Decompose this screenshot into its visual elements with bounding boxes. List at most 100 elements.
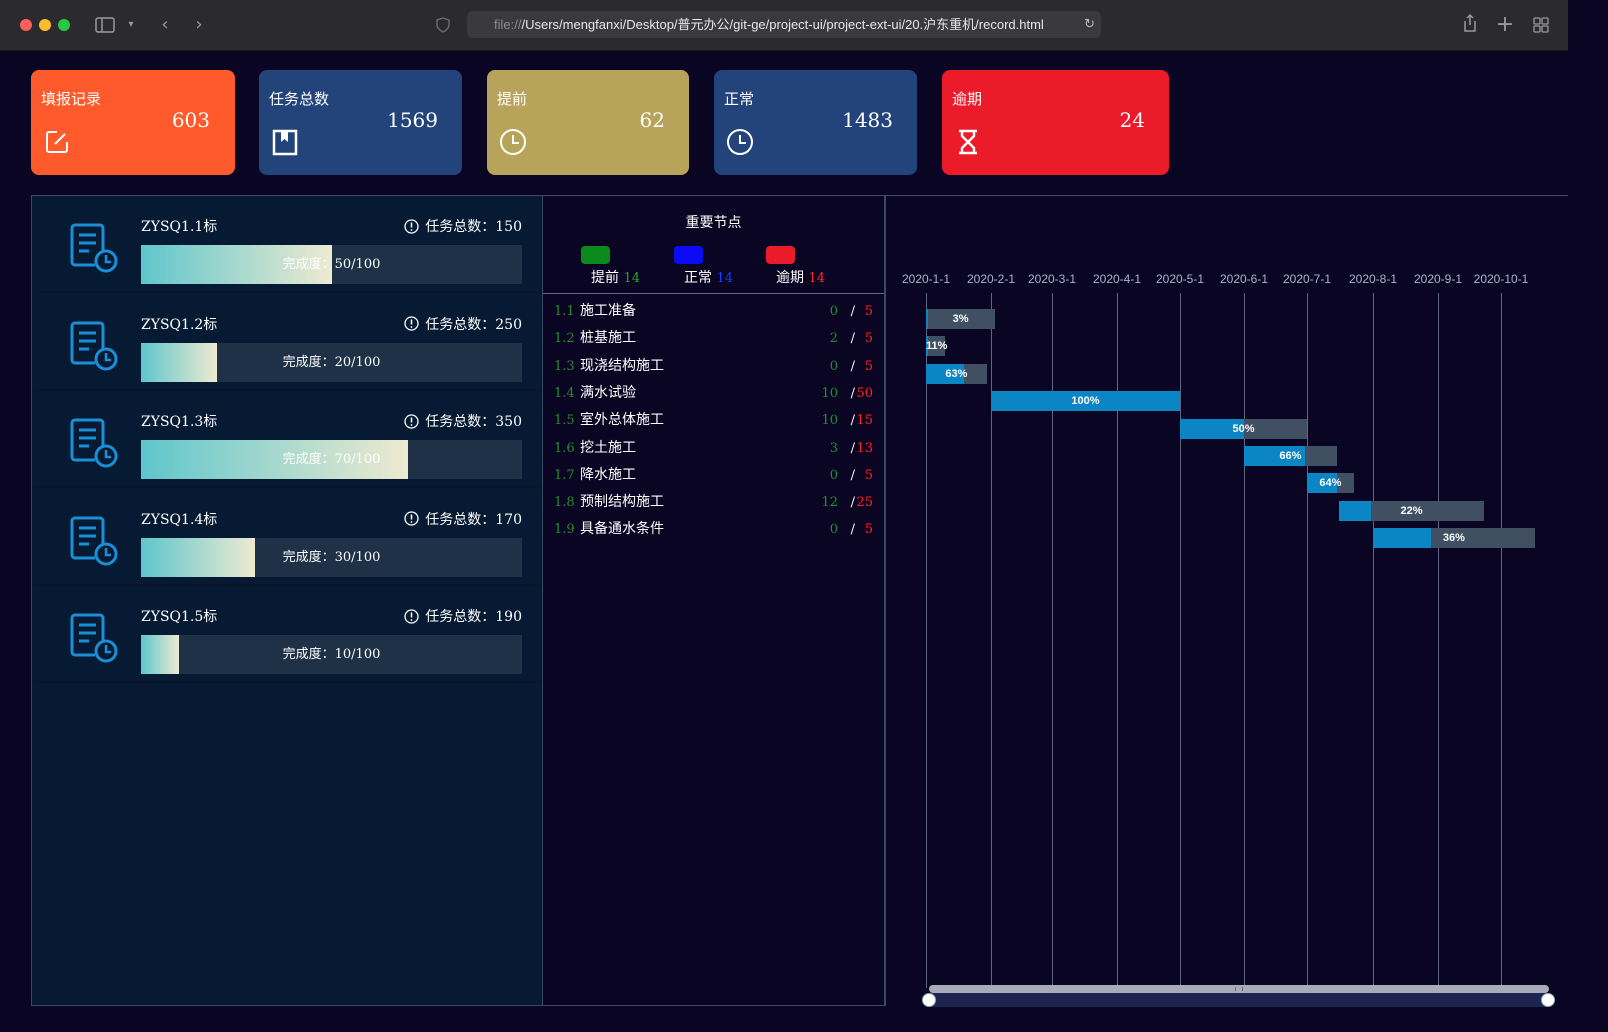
gantt-task-label: 64% bbox=[1319, 477, 1342, 490]
chevron-down-icon[interactable]: ▾ bbox=[124, 13, 138, 37]
node-name: 预制结构施工 bbox=[580, 494, 664, 511]
section-item[interactable]: ZYSQ1.4标 任务总数：170 完成度：30/100 bbox=[33, 490, 542, 586]
node-row[interactable]: 1.2 桩基施工 2 / 5 bbox=[543, 325, 883, 352]
node-overdue-count: 5 bbox=[864, 331, 873, 347]
section-item[interactable]: ZYSQ1.5标 任务总数：190 完成度：10/100 bbox=[33, 587, 542, 684]
forward-icon[interactable]: › bbox=[190, 13, 208, 37]
gantt-task-bar[interactable]: 36% bbox=[1373, 528, 1535, 549]
stat-card: 填报记录 603 bbox=[31, 70, 235, 175]
legend-label: 提前 14 bbox=[591, 267, 640, 287]
section-total: 任务总数：250 bbox=[404, 314, 522, 334]
node-separator: / bbox=[850, 358, 855, 374]
section-name: ZYSQ1.4标 bbox=[141, 511, 218, 528]
grid-line bbox=[1180, 293, 1181, 988]
node-separator: / bbox=[850, 304, 855, 319]
node-row[interactable]: 1.6 挖土施工 3 /13 bbox=[543, 435, 883, 462]
nodes-panel: 重要节点 提前 14 正常 14 逾期 14 1.1 施工准备 0/5 1.2 桩基施工 2/… bbox=[543, 195, 885, 1006]
reload-icon[interactable]: ↻ bbox=[1084, 11, 1095, 38]
clock-icon bbox=[726, 128, 754, 156]
grid-line bbox=[1307, 293, 1308, 988]
node-ahead-count: 0 bbox=[829, 304, 838, 319]
grid-line bbox=[1373, 293, 1374, 988]
back-icon[interactable]: ‹ bbox=[156, 13, 174, 37]
minimize-window-button[interactable] bbox=[39, 19, 51, 31]
node-number: 1.3 bbox=[554, 358, 575, 374]
node-separator: / bbox=[850, 467, 855, 483]
divider bbox=[543, 293, 884, 294]
section-total-label: 任务总数：150 bbox=[425, 219, 522, 235]
gantt-task-bar[interactable]: 50% bbox=[1180, 418, 1307, 439]
tab-overview-icon[interactable] bbox=[1531, 13, 1551, 37]
progress-label: 完成度：30/100 bbox=[282, 549, 381, 565]
gantt-task-bar[interactable]: 11% bbox=[926, 336, 948, 357]
node-separator: / bbox=[850, 385, 855, 401]
zoom-window-button[interactable] bbox=[58, 19, 70, 31]
zoom-slider-grip[interactable] bbox=[1235, 987, 1243, 991]
x-tick-label: 2020-5-1 bbox=[1155, 272, 1205, 286]
node-separator: / bbox=[850, 522, 855, 538]
node-row[interactable]: 1.1 施工准备 0 / 5 bbox=[543, 298, 883, 325]
node-number: 1.8 bbox=[554, 495, 575, 511]
gantt-task-bar[interactable]: 22% bbox=[1338, 500, 1485, 521]
grid-line bbox=[926, 293, 927, 988]
node-name: 具备通水条件 bbox=[580, 521, 664, 538]
section-total: 任务总数：350 bbox=[404, 411, 522, 431]
gantt-task-bar[interactable]: 63% bbox=[926, 363, 987, 384]
new-tab-icon[interactable]: + bbox=[1495, 13, 1515, 37]
node-number: 1.9 bbox=[554, 522, 575, 538]
section-total-label: 任务总数：350 bbox=[425, 414, 522, 431]
stat-value: 603 bbox=[171, 108, 210, 132]
stat-value: 1483 bbox=[842, 108, 893, 132]
node-separator: / bbox=[850, 495, 855, 511]
section-total: 任务总数：190 bbox=[404, 606, 522, 626]
zoom-end-handle[interactable] bbox=[1541, 993, 1555, 1007]
gantt-task-bar[interactable]: 64% bbox=[1307, 473, 1354, 494]
gantt-task-label: 22% bbox=[1400, 504, 1423, 517]
legend-swatch bbox=[766, 246, 795, 264]
stat-title: 正常 bbox=[724, 90, 755, 108]
section-item[interactable]: ZYSQ1.2标 任务总数：250 完成度：20/100 bbox=[33, 295, 542, 391]
document-clock-icon bbox=[69, 612, 121, 664]
node-overdue-count: 50 bbox=[856, 385, 873, 401]
address-bar[interactable]: file:///Users/mengfanxi/Desktop/普元办公/git… bbox=[467, 11, 1101, 38]
x-tick-label: 2020-9-1 bbox=[1413, 272, 1463, 286]
nodes-title: 重要节点 bbox=[685, 215, 742, 231]
node-row[interactable]: 1.4 满水试验 10 /50 bbox=[543, 380, 883, 407]
sidebar-toggle-icon[interactable] bbox=[95, 13, 115, 37]
share-icon[interactable] bbox=[1460, 13, 1480, 37]
node-ahead-count: 0 bbox=[829, 522, 838, 538]
node-row[interactable]: 1.5 室外总体施工 10 /15 bbox=[543, 407, 883, 434]
legend-text: 逾期 bbox=[776, 270, 809, 286]
node-row[interactable]: 1.3 现浇结构施工 0 / 5 bbox=[543, 353, 883, 380]
zoom-start-handle[interactable] bbox=[922, 993, 936, 1007]
stat-card: 提前 62 bbox=[487, 70, 689, 175]
gantt-task-bar[interactable]: 66% bbox=[1244, 446, 1337, 466]
section-item[interactable]: ZYSQ1.3标 任务总数：350 完成度：70/100 bbox=[33, 392, 542, 489]
node-overdue-count: 25 bbox=[856, 495, 873, 511]
x-tick-label: 2020-10-1 bbox=[1473, 272, 1529, 286]
zoom-slider-background bbox=[929, 993, 1549, 1007]
node-name: 降水施工 bbox=[580, 466, 636, 483]
gantt-chart: 2020-1-1 2020-2-1 2020-3-1 2020-4-1 2020-5-1… bbox=[885, 195, 1568, 1007]
gantt-task-bar[interactable]: 3% bbox=[926, 309, 996, 329]
url-path: /Users/mengfanxi/Desktop/普元办公/git-ge/pro… bbox=[521, 17, 1044, 32]
node-name: 桩基施工 bbox=[580, 330, 636, 347]
node-row[interactable]: 1.7 降水施工 0 / 5 bbox=[543, 462, 883, 489]
progress-bar: 完成度：20/100 bbox=[141, 342, 522, 382]
clock-icon bbox=[499, 128, 527, 156]
gantt-task-bar[interactable]: 100% bbox=[991, 391, 1180, 412]
stat-card: 逾期 24 bbox=[942, 70, 1169, 175]
node-row[interactable]: 1.9 具备通水条件 0 / 5 bbox=[543, 516, 883, 543]
x-tick-label: 2020-1-1 bbox=[901, 272, 951, 286]
gantt-task-label: 11% bbox=[926, 340, 948, 353]
node-ahead-count: 0 bbox=[829, 358, 838, 374]
node-overdue-count: 15 bbox=[856, 413, 873, 429]
section-item[interactable]: ZYSQ1.1标 任务总数：150 完成度：50/100 bbox=[33, 197, 542, 293]
stat-value: 1569 bbox=[387, 108, 438, 132]
info-icon bbox=[404, 316, 419, 331]
node-row[interactable]: 1.8 预制结构施工 12 /25 bbox=[543, 489, 883, 516]
sections-panel: ZYSQ1.1标 任务总数：150 完成度：50/100 ZYSQ1.2标 任务总数：2… bbox=[31, 195, 543, 1006]
stat-card: 任务总数 1569 bbox=[259, 70, 462, 175]
info-icon bbox=[404, 218, 419, 234]
close-window-button[interactable] bbox=[20, 19, 32, 31]
